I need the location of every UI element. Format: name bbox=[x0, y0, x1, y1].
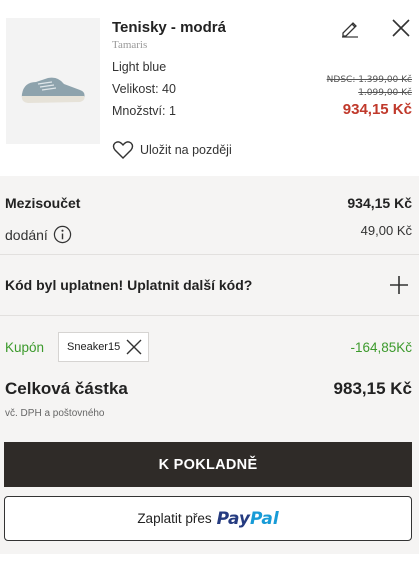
product-brand: Tamaris bbox=[112, 39, 148, 51]
paypal-logo-pal: Pal bbox=[250, 508, 279, 529]
delivery-label: dodání bbox=[5, 226, 48, 243]
heart-icon bbox=[112, 141, 134, 159]
pencil-icon[interactable] bbox=[340, 18, 360, 38]
subtotal-value: 934,15 Kč bbox=[347, 195, 412, 211]
total-value: 983,15 Kč bbox=[333, 379, 412, 398]
product-image[interactable] bbox=[6, 18, 100, 144]
paypal-logo: PayPal bbox=[217, 509, 279, 529]
paypal-logo-pay: Pay bbox=[216, 508, 251, 529]
plus-icon[interactable] bbox=[389, 275, 409, 295]
save-for-later-button[interactable]: Uložit na později bbox=[112, 139, 232, 161]
subtotal-label: Mezisoučet bbox=[5, 195, 81, 211]
product-quantity: Množství: 1 bbox=[112, 104, 176, 118]
sneaker-image bbox=[21, 77, 85, 103]
save-for-later-label: Uložit na později bbox=[140, 143, 232, 157]
current-price: 934,15 Kč bbox=[342, 101, 412, 118]
paypal-button[interactable]: Zaplatit přes PayPal bbox=[4, 496, 412, 541]
delivery-row: dodání bbox=[5, 225, 72, 244]
close-icon[interactable] bbox=[391, 18, 411, 38]
product-color: Light blue bbox=[112, 60, 167, 74]
previous-price: 1.099,00 Kč bbox=[358, 88, 412, 98]
promo-code-toggle[interactable]: Kód byl uplatnen! Uplatnit další kód? bbox=[5, 277, 252, 293]
cart-item: Tenisky - modrá Tamaris Light blue Velik… bbox=[0, 0, 419, 176]
product-title[interactable]: Tenisky - modrá bbox=[112, 19, 226, 36]
total-note: vč. DPH a poštovného bbox=[5, 408, 105, 419]
total-label: Celková částka bbox=[5, 379, 128, 398]
divider bbox=[0, 315, 419, 316]
coupon-label: Kupón bbox=[5, 340, 45, 355]
coupon-code: Sneaker15 bbox=[67, 341, 121, 353]
close-icon[interactable] bbox=[126, 339, 142, 355]
original-price: NDSC: 1.399,00 Kč bbox=[326, 75, 412, 85]
info-icon[interactable] bbox=[53, 225, 72, 244]
divider bbox=[0, 254, 419, 255]
delivery-value: 49,00 Kč bbox=[360, 223, 412, 238]
order-summary: Mezisoučet 934,15 Kč dodání 49,00 Kč Kód… bbox=[0, 176, 419, 554]
checkout-button[interactable]: K POKLADNĚ bbox=[4, 442, 412, 487]
coupon-discount: -164,85Kč bbox=[350, 340, 412, 355]
product-size: Velikost: 40 bbox=[112, 82, 176, 96]
paypal-prefix: Zaplatit přes bbox=[137, 511, 212, 526]
coupon-chip[interactable]: Sneaker15 bbox=[58, 332, 149, 362]
